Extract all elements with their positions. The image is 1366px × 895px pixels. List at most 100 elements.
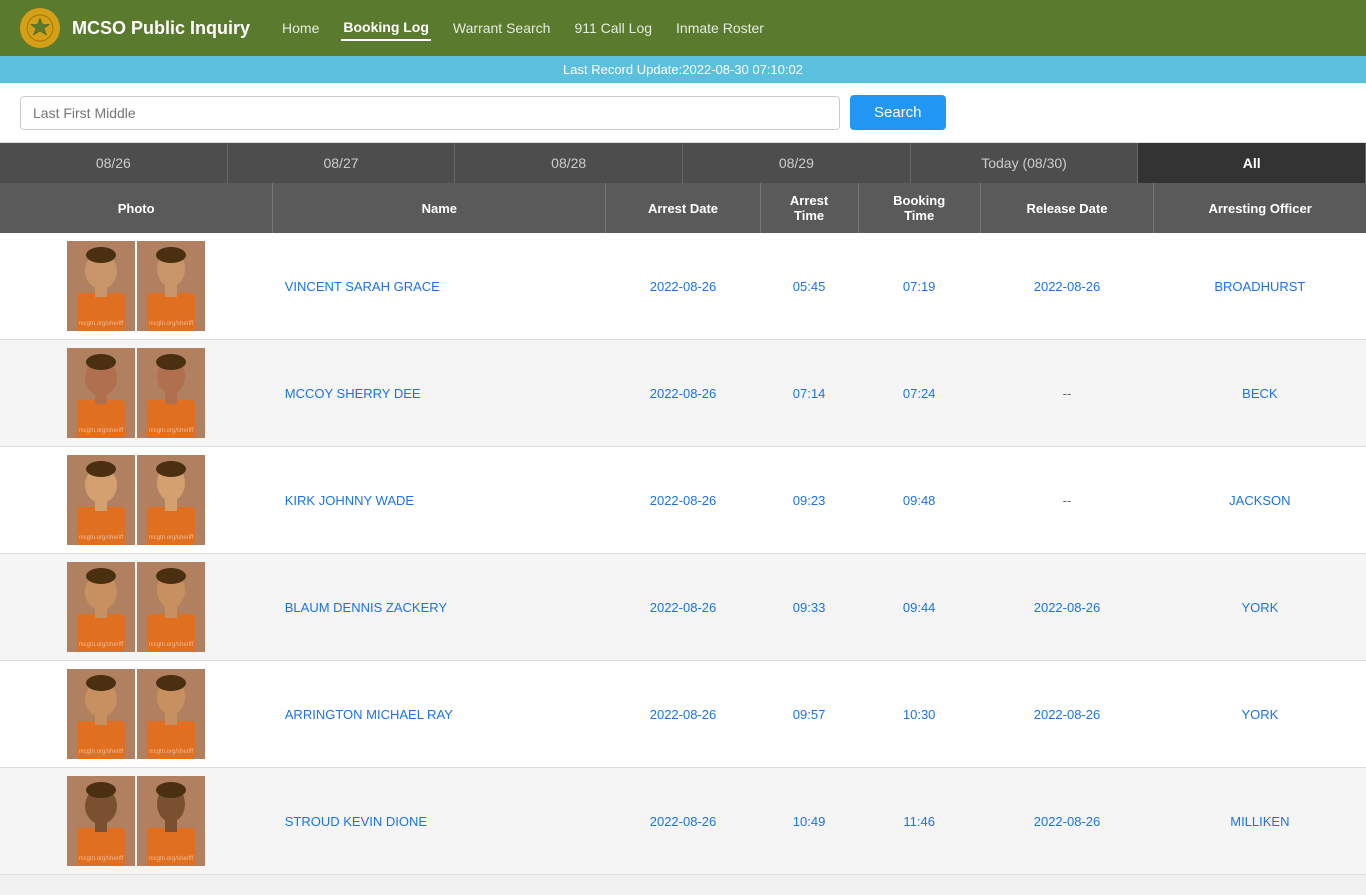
booking-time: 10:30 [903, 707, 936, 722]
mugshot-side: mcgtn.org/sheriff [137, 348, 205, 438]
name-cell: MCCOY SHERRY DEE [273, 340, 606, 447]
inmate-name-link[interactable]: VINCENT SARAH GRACE [285, 279, 440, 294]
inmate-name-link[interactable]: ARRINGTON MICHAEL RAY [285, 707, 453, 722]
arrest-date-link[interactable]: 2022-08-26 [650, 386, 717, 401]
table-row: mcgtn.org/sheriff mcgtn.org/sheriff VINC… [0, 233, 1366, 340]
col-photo: Photo [0, 183, 273, 233]
photo-cell: mcgtn.org/sheriff mcgtn.org/sheriff [0, 340, 273, 447]
arrest-date-link[interactable]: 2022-08-26 [650, 600, 717, 615]
tab-0826[interactable]: 08/26 [0, 143, 228, 183]
booking-time-cell: 09:48 [858, 447, 980, 554]
table-header: Photo Name Arrest Date ArrestTime Bookin… [0, 183, 1366, 233]
photo-pair: mcgtn.org/sheriff mcgtn.org/sheriff [8, 348, 265, 438]
arrest-date-cell: 2022-08-26 [606, 554, 760, 661]
arrest-time: 09:57 [793, 707, 826, 722]
tab-0828[interactable]: 08/28 [455, 143, 683, 183]
booking-time-cell: 09:44 [858, 554, 980, 661]
arrest-date-cell: 2022-08-26 [606, 661, 760, 768]
release-date-link[interactable]: 2022-08-26 [1034, 279, 1101, 294]
name-cell: VINCENT SARAH GRACE [273, 233, 606, 340]
arrest-date-link[interactable]: 2022-08-26 [650, 707, 717, 722]
arrest-date-cell: 2022-08-26 [606, 447, 760, 554]
mugshot-side: mcgtn.org/sheriff [137, 241, 205, 331]
inmate-name-link[interactable]: BLAUM DENNIS ZACKERY [285, 600, 447, 615]
arrest-date-link[interactable]: 2022-08-26 [650, 814, 717, 829]
tab-all[interactable]: All [1138, 143, 1366, 183]
release-date-cell: 2022-08-26 [980, 554, 1153, 661]
officer-cell: YORK [1154, 661, 1366, 768]
svg-text:mcgtn.org/sheriff: mcgtn.org/sheriff [149, 749, 194, 755]
release-date-link[interactable]: 2022-08-26 [1034, 600, 1101, 615]
table-row: mcgtn.org/sheriff mcgtn.org/sheriff BLAU… [0, 554, 1366, 661]
officer-link[interactable]: BECK [1242, 386, 1277, 401]
mugshot-side: mcgtn.org/sheriff [137, 455, 205, 545]
svg-text:mcgtn.org/sheriff: mcgtn.org/sheriff [149, 321, 194, 327]
arrest-time: 09:33 [793, 600, 826, 615]
name-cell: STROUD KEVIN DIONE [273, 768, 606, 875]
inmate-name-link[interactable]: MCCOY SHERRY DEE [285, 386, 421, 401]
booking-time: 09:48 [903, 493, 936, 508]
mugshot-front: mcgtn.org/sheriff [67, 562, 135, 652]
tab-0829[interactable]: 08/29 [683, 143, 911, 183]
officer-link[interactable]: BROADHURST [1214, 279, 1305, 294]
booking-time-cell: 11:46 [858, 768, 980, 875]
officer-link[interactable]: YORK [1241, 707, 1278, 722]
release-date-link[interactable]: 2022-08-26 [1034, 814, 1101, 829]
name-cell: KIRK JOHNNY WADE [273, 447, 606, 554]
nav-inmate-roster[interactable]: Inmate Roster [674, 16, 766, 40]
mugshot-front: mcgtn.org/sheriff [67, 776, 135, 866]
nav-911-call-log[interactable]: 911 Call Log [572, 16, 654, 40]
date-tabs: 08/26 08/27 08/28 08/29 Today (08/30) Al… [0, 143, 1366, 183]
arrest-time-cell: 09:23 [760, 447, 858, 554]
officer-link[interactable]: YORK [1241, 600, 1278, 615]
nav-home[interactable]: Home [280, 16, 321, 40]
photo-cell: mcgtn.org/sheriff mcgtn.org/sheriff [0, 233, 273, 340]
arrest-date-link[interactable]: 2022-08-26 [650, 279, 717, 294]
officer-link[interactable]: MILLIKEN [1230, 814, 1289, 829]
photo-cell: mcgtn.org/sheriff mcgtn.org/sheriff [0, 447, 273, 554]
photo-pair: mcgtn.org/sheriff mcgtn.org/sheriff [8, 776, 265, 866]
officer-cell: YORK [1154, 554, 1366, 661]
booking-time: 09:44 [903, 600, 936, 615]
navbar: MCSO Public Inquiry Home Booking Log War… [0, 0, 1366, 56]
arrest-date-link[interactable]: 2022-08-26 [650, 493, 717, 508]
inmate-name-link[interactable]: KIRK JOHNNY WADE [285, 493, 414, 508]
svg-text:mcgtn.org/sheriff: mcgtn.org/sheriff [149, 642, 194, 648]
officer-cell: JACKSON [1154, 447, 1366, 554]
table-row: mcgtn.org/sheriff mcgtn.org/sheriff STRO… [0, 768, 1366, 875]
col-arrest-date: Arrest Date [606, 183, 760, 233]
svg-text:mcgtn.org/sheriff: mcgtn.org/sheriff [79, 749, 124, 755]
photo-cell: mcgtn.org/sheriff mcgtn.org/sheriff [0, 661, 273, 768]
release-date-link[interactable]: 2022-08-26 [1034, 707, 1101, 722]
col-booking-time: BookingTime [858, 183, 980, 233]
photo-pair: mcgtn.org/sheriff mcgtn.org/sheriff [8, 669, 265, 759]
name-cell: ARRINGTON MICHAEL RAY [273, 661, 606, 768]
search-button[interactable]: Search [850, 95, 946, 130]
svg-text:mcgtn.org/sheriff: mcgtn.org/sheriff [149, 856, 194, 862]
nav-warrant-search[interactable]: Warrant Search [451, 16, 553, 40]
nav-booking-log[interactable]: Booking Log [341, 15, 431, 41]
col-arrest-time: ArrestTime [760, 183, 858, 233]
svg-text:mcgtn.org/sheriff: mcgtn.org/sheriff [149, 428, 194, 434]
tab-0827[interactable]: 08/27 [228, 143, 456, 183]
table-row: mcgtn.org/sheriff mcgtn.org/sheriff ARRI… [0, 661, 1366, 768]
name-cell: BLAUM DENNIS ZACKERY [273, 554, 606, 661]
officer-link[interactable]: JACKSON [1229, 493, 1290, 508]
mugshot-side: mcgtn.org/sheriff [137, 562, 205, 652]
tab-today[interactable]: Today (08/30) [911, 143, 1139, 183]
release-date-cell: 2022-08-26 [980, 661, 1153, 768]
update-text: Last Record Update:2022-08-30 07:10:02 [563, 62, 803, 77]
inmate-name-link[interactable]: STROUD KEVIN DIONE [285, 814, 427, 829]
officer-cell: BECK [1154, 340, 1366, 447]
arrest-time-cell: 07:14 [760, 340, 858, 447]
arrest-time-cell: 10:49 [760, 768, 858, 875]
svg-text:mcgtn.org/sheriff: mcgtn.org/sheriff [79, 321, 124, 327]
arrest-date-cell: 2022-08-26 [606, 768, 760, 875]
main-content: 08/26 08/27 08/28 08/29 Today (08/30) Al… [0, 143, 1366, 895]
photo-pair: mcgtn.org/sheriff mcgtn.org/sheriff [8, 455, 265, 545]
search-input[interactable] [20, 96, 840, 130]
booking-time-cell: 07:19 [858, 233, 980, 340]
mugshot-side: mcgtn.org/sheriff [137, 776, 205, 866]
arrest-date-cell: 2022-08-26 [606, 340, 760, 447]
arrest-time: 07:14 [793, 386, 826, 401]
